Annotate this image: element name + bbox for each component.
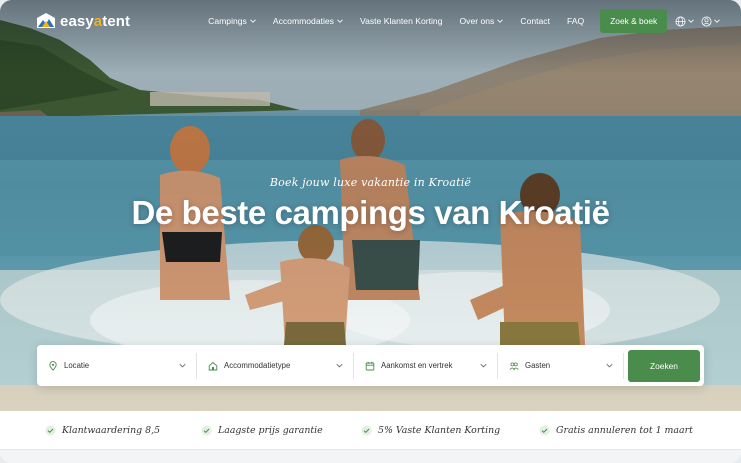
usp-item: Klantwaardering 8,5 xyxy=(45,411,160,449)
chevron-down-icon xyxy=(337,19,343,23)
globe-icon xyxy=(675,16,686,26)
brand-name: easyatent xyxy=(60,12,131,30)
usp-label: Gratis annuleren tot 1 maart xyxy=(556,424,693,436)
guests-label: Gasten xyxy=(525,361,551,370)
nav-label: Over ons xyxy=(459,16,495,26)
hero-headline: De beste campings van Kroatië xyxy=(131,194,610,231)
nav-item-accommodaties[interactable]: Accommodaties xyxy=(273,16,343,26)
chevron-down-icon xyxy=(606,363,613,368)
accommodation-type-field[interactable]: Accommodatietype xyxy=(197,352,354,379)
usp-label: Klantwaardering 8,5 xyxy=(62,424,161,436)
dates-field[interactable]: Aankomst en vertrek xyxy=(354,352,498,379)
page-bottom-edge xyxy=(0,449,741,463)
chevron-down-icon xyxy=(688,19,695,23)
usp-label: Laagste prijs garantie xyxy=(218,424,323,436)
usp-item: 5% Vaste Klanten Korting xyxy=(361,411,500,449)
usp-label: 5% Vaste Klanten Korting xyxy=(378,424,501,436)
tent-logo-icon xyxy=(37,13,55,28)
search-bar: Locatie Accommodatietype Aankomst en ver… xyxy=(37,345,704,386)
usp-item: Laagste prijs garantie xyxy=(201,411,323,449)
dates-label: Aankomst en vertrek xyxy=(381,361,453,370)
usp-item: Gratis annuleren tot 1 maart xyxy=(539,411,693,449)
chevron-down-icon xyxy=(497,19,504,23)
calendar-icon xyxy=(365,361,375,370)
zoek-boek-button[interactable]: Zoek & boek xyxy=(600,9,668,33)
chevron-down-icon xyxy=(179,363,186,368)
nav-item-vaste-klanten-korting[interactable]: Vaste Klanten Korting xyxy=(360,16,443,26)
page: easyatent Campings Accommodaties Vaste K… xyxy=(0,0,741,463)
account-menu[interactable] xyxy=(701,16,721,27)
hero-tagline: Boek jouw luxe vakantie in Kroatië xyxy=(269,176,472,189)
nav-item-over-ons[interactable]: Over ons xyxy=(459,16,504,26)
nav-label: FAQ xyxy=(566,16,585,26)
nav-label: Vaste Klanten Korting xyxy=(359,16,443,26)
nav-item-faq[interactable]: FAQ xyxy=(567,16,584,26)
chevron-down-icon xyxy=(714,19,721,23)
brand-logo[interactable]: easyatent xyxy=(36,12,130,30)
accommodation-type-label: Accommodatietype xyxy=(224,361,291,370)
language-selector[interactable] xyxy=(675,16,695,27)
location-field[interactable]: Locatie xyxy=(37,352,197,379)
check-icon xyxy=(201,425,212,435)
check-icon xyxy=(45,425,56,435)
nav-item-contact[interactable]: Contact xyxy=(520,16,550,26)
navbar: easyatent Campings Accommodaties Vaste K… xyxy=(0,0,741,42)
location-label: Locatie xyxy=(64,361,90,370)
location-pin-icon xyxy=(49,360,57,371)
usp-strip: Klantwaardering 8,5 Laagste prijs garant… xyxy=(0,411,741,449)
search-button[interactable]: Zoeken xyxy=(628,349,700,382)
nav-label: Contact xyxy=(520,16,550,26)
check-icon xyxy=(361,425,372,435)
chevron-down-icon xyxy=(480,363,487,368)
guests-icon xyxy=(509,362,519,370)
nav-label: Campings xyxy=(208,16,247,26)
nav-label: Accommodaties xyxy=(272,16,334,26)
house-icon xyxy=(208,361,218,370)
nav-utility-icons xyxy=(675,16,721,27)
chevron-down-icon xyxy=(250,19,256,23)
main-menu: Campings Accommodaties Vaste Klanten Kor… xyxy=(208,16,601,26)
user-icon xyxy=(701,16,712,26)
nav-item-campings[interactable]: Campings xyxy=(208,16,256,26)
chevron-down-icon xyxy=(336,363,343,368)
guests-field[interactable]: Gasten xyxy=(498,352,624,379)
check-icon xyxy=(539,425,550,435)
